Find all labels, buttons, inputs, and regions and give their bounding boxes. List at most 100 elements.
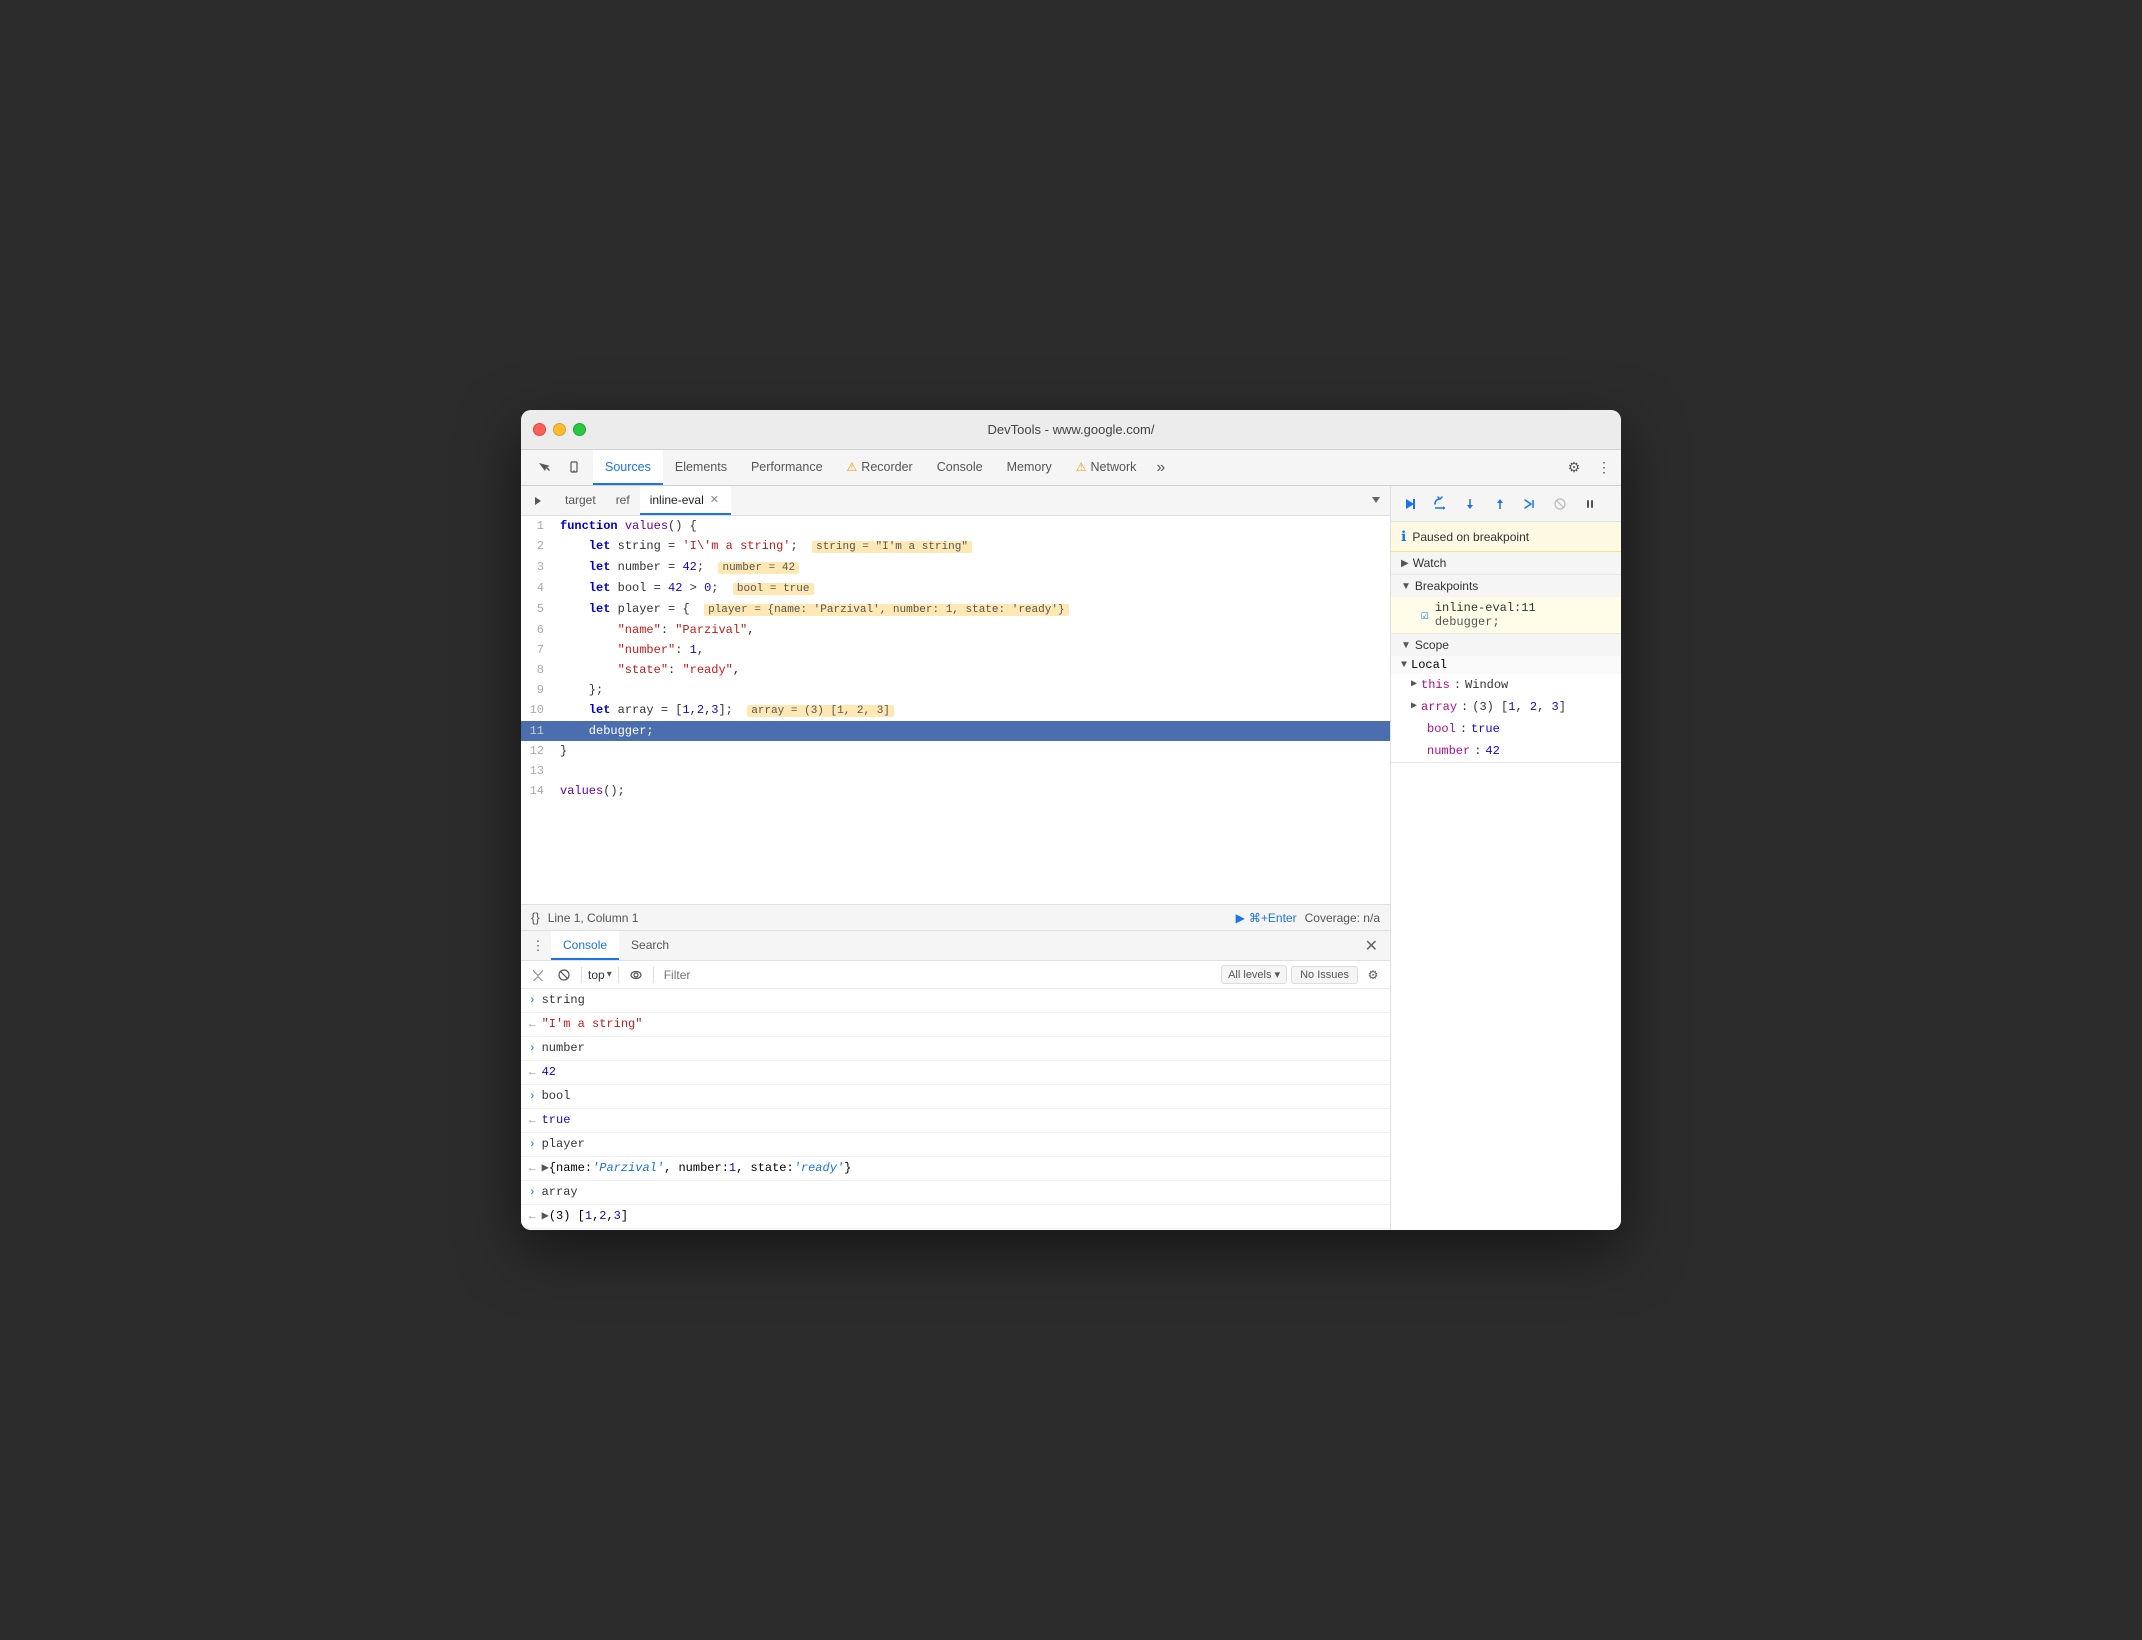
console-area: ⋮ Console Search ✕ <box>521 930 1390 1230</box>
log-level-selector[interactable]: All levels ▾ <box>1221 965 1287 984</box>
console-filter-input[interactable] <box>660 968 1217 982</box>
network-warning-icon: ⚠ <box>1076 460 1087 474</box>
eye-icon-button[interactable] <box>625 964 647 986</box>
breakpoints-header[interactable]: ▼ Breakpoints <box>1391 575 1621 597</box>
cursor-position: Line 1, Column 1 <box>548 911 639 925</box>
expand-arrow-icon[interactable]: › <box>529 1040 536 1058</box>
code-editor[interactable]: 1 function values() { 2 let string = 'I\… <box>521 516 1390 904</box>
source-toggle-button[interactable] <box>525 488 551 514</box>
console-output[interactable]: › string ← "I'm a string" › number ← 42 <box>521 989 1390 1230</box>
code-line-1: 1 function values() { <box>521 516 1390 536</box>
console-tab-search[interactable]: Search <box>619 931 681 960</box>
console-row-array-result: ← ▶ (3) [1, 2, 3] <box>521 1205 1390 1229</box>
devtools-tabs: Sources Elements Performance ⚠ Recorder … <box>521 450 1621 486</box>
result-arrow-icon: ← <box>529 1016 536 1034</box>
formatter-icon[interactable]: {} <box>531 910 540 925</box>
source-tab-target[interactable]: target <box>555 486 606 515</box>
toolbar-separator-2 <box>618 967 619 983</box>
breakpoints-title: Breakpoints <box>1415 579 1478 593</box>
code-line-12: 12 } <box>521 741 1390 761</box>
tab-memory[interactable]: Memory <box>995 450 1064 485</box>
console-row-bool-input: › bool <box>521 1085 1390 1109</box>
breakpoint-name: inline-eval:11 <box>1435 601 1536 615</box>
right-panel: ℹ Paused on breakpoint ▶ Watch ▼ Breakpo… <box>1391 486 1621 1230</box>
close-button[interactable] <box>533 423 546 436</box>
scope-val: Window <box>1465 676 1508 694</box>
source-tabs: target ref inline-eval ✕ <box>521 486 1390 516</box>
step-button[interactable] <box>1517 491 1543 517</box>
toolbar-separator-3 <box>653 967 654 983</box>
title-bar: DevTools - www.google.com/ <box>521 410 1621 450</box>
block-network-button[interactable] <box>553 964 575 986</box>
source-tab-ref[interactable]: ref <box>606 486 640 515</box>
tabs-list: Sources Elements Performance ⚠ Recorder … <box>593 450 1561 485</box>
more-tabs-button[interactable]: » <box>1148 459 1173 477</box>
scope-key: array <box>1421 698 1457 716</box>
pause-exceptions-button[interactable] <box>1577 491 1603 517</box>
scope-number-item: number : 42 <box>1391 740 1621 762</box>
tab-sources[interactable]: Sources <box>593 450 663 485</box>
settings-button[interactable]: ⚙ <box>1561 455 1587 481</box>
deactivate-breakpoints-button[interactable] <box>1547 491 1573 517</box>
cursor-icon[interactable] <box>531 455 557 481</box>
scope-key: this <box>1421 676 1450 694</box>
run-snippet-button[interactable]: ▶ ⌘+Enter <box>1236 911 1297 925</box>
scope-local-header[interactable]: ▼ Local <box>1391 656 1621 674</box>
tab-performance[interactable]: Performance <box>739 450 835 485</box>
code-line-4: 4 let bool = 42 > 0; bool = true <box>521 578 1390 599</box>
console-row-player-input: › player <box>521 1133 1390 1157</box>
code-line-11-active: 11 debugger; <box>521 721 1390 741</box>
code-line-14: 14 values(); <box>521 781 1390 801</box>
breakpoints-chevron-icon: ▼ <box>1401 581 1411 592</box>
no-issues-button[interactable]: No Issues <box>1291 966 1358 984</box>
tab-console[interactable]: Console <box>925 450 995 485</box>
console-row-number-result: ← 42 <box>521 1061 1390 1085</box>
scope-expand-icon[interactable]: ▶ <box>1411 698 1417 716</box>
result-arrow-icon: ← <box>529 1112 536 1130</box>
scope-header[interactable]: ▼ Scope <box>1391 634 1621 656</box>
status-right: ▶ ⌘+Enter Coverage: n/a <box>1236 911 1380 925</box>
scope-expand-icon[interactable]: ▶ <box>1411 676 1417 694</box>
source-nav-button[interactable] <box>1362 493 1390 509</box>
traffic-lights <box>533 423 586 436</box>
tab-recorder[interactable]: ⚠ Recorder <box>835 450 925 485</box>
breakpoint-checkbox[interactable]: ☑ <box>1421 608 1429 623</box>
minimize-button[interactable] <box>553 423 566 436</box>
main-content: target ref inline-eval ✕ 1 fun <box>521 486 1621 1230</box>
code-line-3: 3 let number = 42; number = 42 <box>521 557 1390 578</box>
console-row-prompt[interactable]: › <box>521 1229 1390 1230</box>
source-tab-inline-eval[interactable]: inline-eval ✕ <box>640 486 731 515</box>
console-dots-button[interactable]: ⋮ <box>525 933 551 959</box>
breakpoints-section: ▼ Breakpoints ☑ inline-eval:11 debugger; <box>1391 575 1621 634</box>
expand-arrow-icon[interactable]: › <box>529 992 536 1010</box>
scope-colon: : <box>1474 742 1481 760</box>
left-panel: target ref inline-eval ✕ 1 fun <box>521 486 1391 1230</box>
mobile-icon[interactable] <box>561 455 587 481</box>
step-over-button[interactable] <box>1427 491 1453 517</box>
step-into-button[interactable] <box>1457 491 1483 517</box>
toolbar-separator <box>581 967 582 983</box>
close-tab-icon[interactable]: ✕ <box>708 493 721 506</box>
watch-header[interactable]: ▶ Watch <box>1391 552 1621 574</box>
step-out-button[interactable] <box>1487 491 1513 517</box>
resume-button[interactable] <box>1397 491 1423 517</box>
tab-elements[interactable]: Elements <box>663 450 739 485</box>
more-options-button[interactable]: ⋮ <box>1591 455 1617 481</box>
expand-arrow-icon[interactable]: › <box>529 1136 536 1154</box>
tab-icons <box>525 455 593 481</box>
scope-array-item: ▶ array : (3) [1, 2, 3] <box>1391 696 1621 718</box>
console-close-button[interactable]: ✕ <box>1357 936 1386 956</box>
console-row-player-result: ← ▶ {name: 'Parzival', number: 1, state:… <box>521 1157 1390 1181</box>
expand-arrow-icon[interactable]: › <box>529 1184 536 1202</box>
fullscreen-button[interactable] <box>573 423 586 436</box>
top-context-selector[interactable]: top ▾ <box>588 968 612 982</box>
tab-network[interactable]: ⚠ Network <box>1064 450 1149 485</box>
scope-key: number <box>1427 742 1470 760</box>
scope-colon: : <box>1460 720 1467 738</box>
code-line-2: 2 let string = 'I\'m a string'; string =… <box>521 536 1390 557</box>
clear-console-button[interactable] <box>527 964 549 986</box>
console-tab-console[interactable]: Console <box>551 931 619 960</box>
expand-arrow-icon[interactable]: › <box>529 1088 536 1106</box>
console-row-string-result: ← "I'm a string" <box>521 1013 1390 1037</box>
console-settings-button[interactable]: ⚙ <box>1362 964 1384 986</box>
